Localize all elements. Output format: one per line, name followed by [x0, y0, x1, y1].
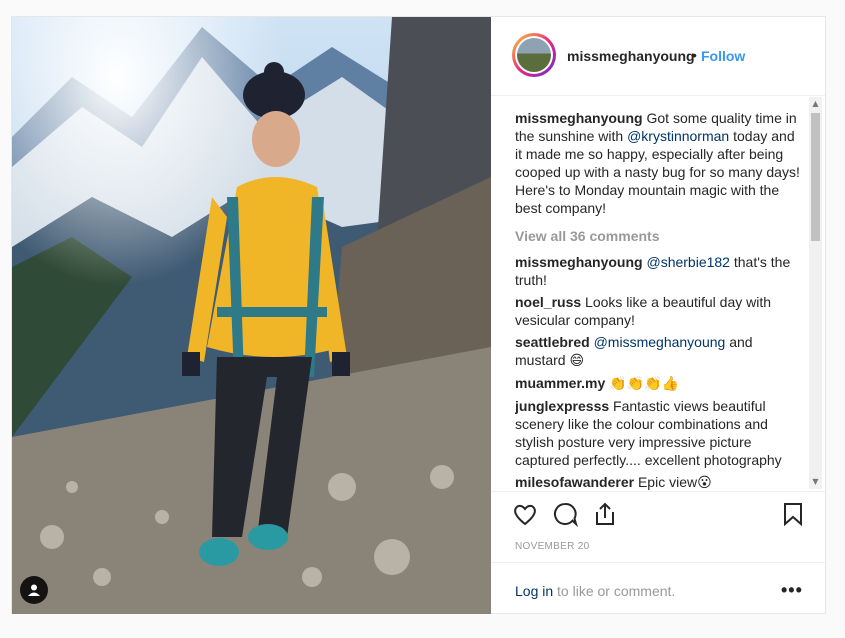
- mention-link[interactable]: @missmeghanyoung: [594, 334, 726, 350]
- list-item: muammer.my 👏👏👏👍: [515, 374, 801, 393]
- avatar[interactable]: [512, 33, 556, 77]
- action-bar: [491, 491, 825, 536]
- hiker-photo: [12, 17, 491, 614]
- header-username[interactable]: missmeghanyoung: [567, 48, 695, 64]
- comments-scrollbar[interactable]: ▲ ▼: [809, 97, 822, 489]
- wow-emoji-icon: 😮: [697, 475, 712, 491]
- clap-emoji-icon: 👏👏👏👍: [609, 376, 679, 392]
- login-prompt: Log in to like or comment.: [515, 583, 675, 599]
- comment-username[interactable]: missmeghanyoung: [515, 254, 643, 270]
- comment-username[interactable]: seattlebred: [515, 334, 590, 350]
- scroll-up-icon[interactable]: ▲: [809, 97, 822, 111]
- list-item: noel_russ Looks like a beautiful day wit…: [515, 293, 801, 329]
- list-item: milesofawanderer Epic view😮: [515, 473, 801, 491]
- bookmark-icon[interactable]: [779, 500, 807, 528]
- list-item: missmeghanyoung @sherbie182 that's the t…: [515, 253, 801, 289]
- comment-username[interactable]: muammer.my: [515, 375, 605, 391]
- comment-icon[interactable]: [551, 500, 579, 528]
- mention-link[interactable]: @krystinnorman: [627, 128, 729, 144]
- login-link[interactable]: Log in: [515, 583, 553, 599]
- follow-button[interactable]: Follow: [701, 48, 745, 64]
- post-card: missmeghanyoung • Follow missmeghanyoung…: [11, 16, 826, 614]
- post-date: NOVEMBER 20: [515, 541, 590, 552]
- heart-icon[interactable]: [511, 500, 539, 528]
- post-header: missmeghanyoung • Follow: [491, 17, 825, 96]
- caption: missmeghanyoung Got some quality time in…: [515, 109, 801, 217]
- login-prompt-text: to like or comment.: [553, 583, 676, 599]
- share-icon[interactable]: [591, 500, 619, 528]
- more-options-icon[interactable]: •••: [781, 580, 803, 601]
- grin-emoji-icon: 😄: [569, 353, 585, 369]
- view-all-comments-link[interactable]: View all 36 comments: [515, 227, 801, 245]
- user-tag-icon[interactable]: [20, 576, 48, 604]
- post-sidebar: missmeghanyoung • Follow missmeghanyoung…: [491, 17, 825, 614]
- separator-dot: •: [692, 47, 697, 63]
- list-item: seattlebred @missmeghanyoung and mustard…: [515, 333, 801, 370]
- post-photo[interactable]: [12, 17, 491, 614]
- comments-list[interactable]: missmeghanyoung Got some quality time in…: [515, 109, 801, 491]
- mention-link[interactable]: @sherbie182: [646, 254, 730, 270]
- comment-username[interactable]: noel_russ: [515, 294, 581, 310]
- post-footer: Log in to like or comment. •••: [491, 562, 825, 615]
- comment-username[interactable]: milesofawanderer: [515, 474, 634, 490]
- list-item: junglexpresss Fantastic views beautiful …: [515, 397, 801, 469]
- comment-username[interactable]: missmeghanyoung: [515, 110, 643, 126]
- comment-text: Epic view: [637, 474, 698, 490]
- comment-username[interactable]: junglexpresss: [515, 398, 609, 414]
- scrollbar-thumb[interactable]: [811, 113, 820, 241]
- scroll-down-icon[interactable]: ▼: [809, 475, 822, 489]
